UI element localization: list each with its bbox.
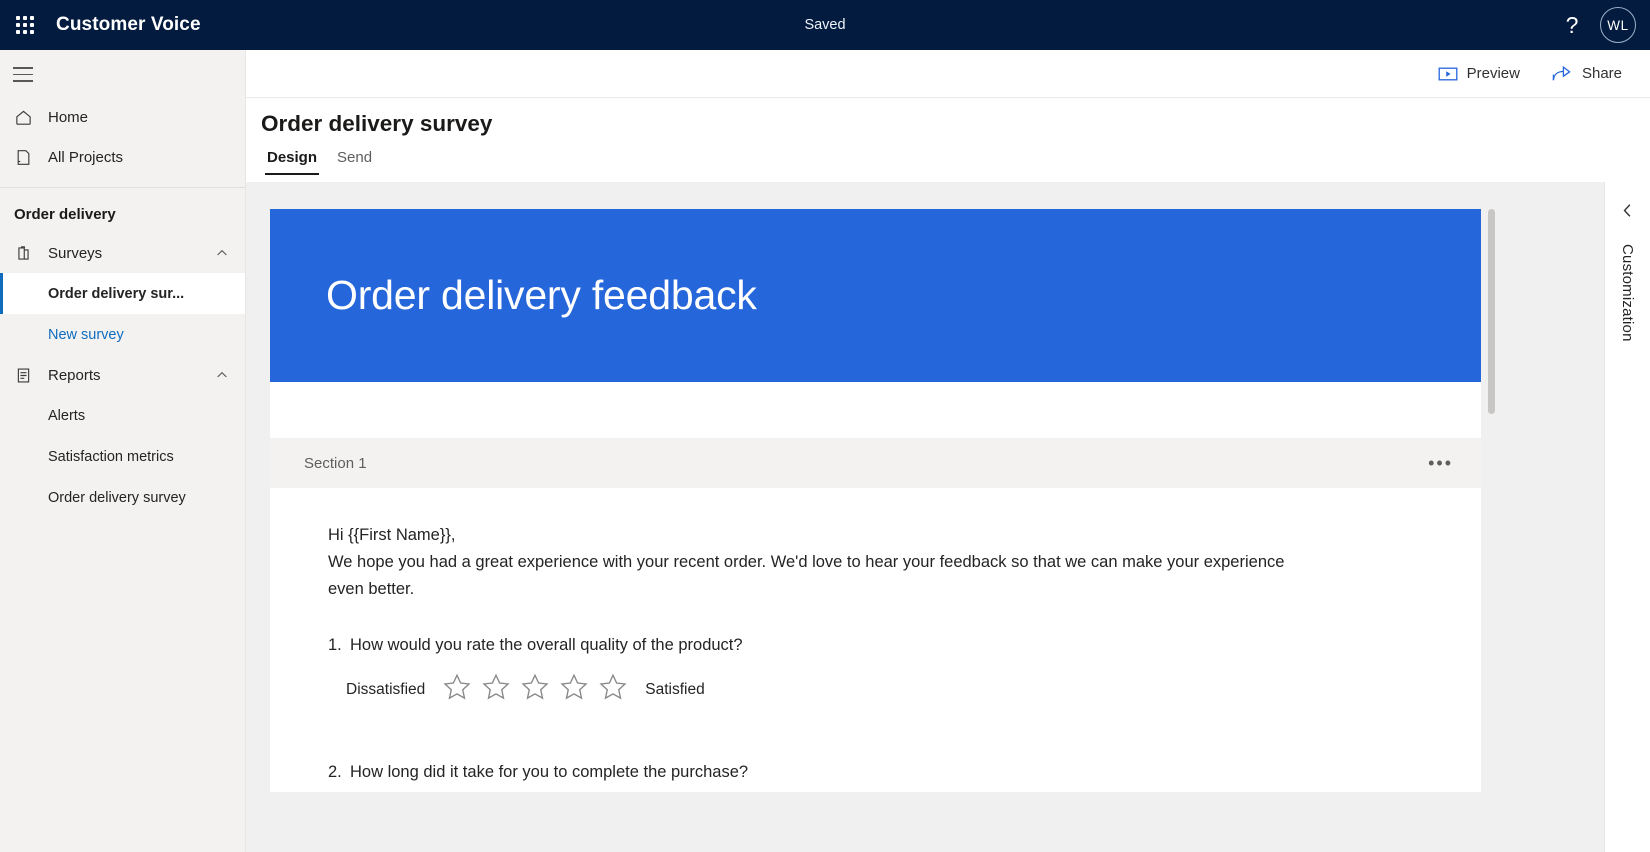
tab-design[interactable]: Design xyxy=(261,147,323,175)
save-status: Saved xyxy=(804,17,846,33)
tab-label: Send xyxy=(337,149,373,166)
star-icon-4[interactable] xyxy=(559,672,589,707)
sidebar-item-order-delivery-survey-report[interactable]: Order delivery survey xyxy=(0,477,245,518)
tab-send[interactable]: Send xyxy=(331,147,378,175)
question-text: How long did it take for you to complete… xyxy=(350,763,749,781)
sidebar-toggle-button[interactable] xyxy=(0,57,245,97)
tab-label: Design xyxy=(267,149,318,166)
banner-spacer xyxy=(270,382,1481,438)
sidebar-item-all-projects[interactable]: All Projects xyxy=(0,137,245,177)
chevron-left-icon[interactable] xyxy=(1619,202,1636,224)
home-icon xyxy=(14,108,48,127)
share-button[interactable]: Share xyxy=(1540,59,1634,88)
star-icon-2[interactable] xyxy=(481,672,511,707)
sidebar-subitem-label: New survey xyxy=(48,326,124,343)
reports-icon xyxy=(14,366,48,385)
customization-panel-collapsed[interactable]: Customization xyxy=(1604,182,1650,852)
app-launcher-button[interactable] xyxy=(0,0,50,50)
intro-paragraph-cont: even better. xyxy=(328,580,415,598)
section-header: Section 1 ••• xyxy=(270,438,1481,488)
star-icon-3[interactable] xyxy=(520,672,550,707)
waffle-icon xyxy=(16,16,34,34)
survey-form-card: Order delivery feedback Section 1 ••• Hi… xyxy=(270,209,1481,792)
sidebar-item-satisfaction-metrics[interactable]: Satisfaction metrics xyxy=(0,436,245,477)
rating-high-label: Satisfied xyxy=(645,680,705,698)
surveys-icon xyxy=(14,244,48,263)
help-button[interactable]: ? xyxy=(1550,3,1594,47)
survey-banner[interactable]: Order delivery feedback xyxy=(270,209,1481,382)
project-title: Order delivery xyxy=(14,206,116,223)
chevron-up-icon[interactable] xyxy=(215,246,229,260)
scrollbar-thumb[interactable] xyxy=(1488,209,1495,414)
sidebar: Home All Projects Order delivery Surveys xyxy=(0,50,246,852)
command-bar: Preview Share xyxy=(246,50,1650,98)
star-icon-5[interactable] xyxy=(598,672,628,707)
rating-low-label: Dissatisfied xyxy=(346,680,426,698)
canvas-scrollbar[interactable] xyxy=(1488,209,1495,641)
suite-bar: Customer Voice Saved ? WL xyxy=(0,0,1650,50)
suite-actions: ? WL xyxy=(1550,0,1650,50)
sidebar-subitem-label: Order delivery sur... xyxy=(48,285,185,302)
intro-paragraph: We hope you had a great experience with … xyxy=(328,553,1285,571)
customization-label: Customization xyxy=(1619,244,1636,342)
star-icon-1[interactable] xyxy=(442,672,472,707)
survey-canvas: Order delivery feedback Section 1 ••• Hi… xyxy=(246,182,1650,852)
section-more-button[interactable]: ••• xyxy=(1420,454,1461,472)
preview-label: Preview xyxy=(1466,65,1520,82)
sidebar-item-label: All Projects xyxy=(48,148,124,166)
sidebar-subitem-label: Order delivery survey xyxy=(48,489,186,506)
sidebar-subitem-label: Satisfaction metrics xyxy=(48,448,174,465)
question-1[interactable]: 1. How would you rate the overall qualit… xyxy=(328,636,1423,655)
tab-list: Design Send xyxy=(246,147,1650,175)
sidebar-item-alerts[interactable]: Alerts xyxy=(0,395,245,436)
hamburger-icon xyxy=(13,67,33,86)
sidebar-group-label: Surveys xyxy=(48,244,103,262)
share-label: Share xyxy=(1581,65,1622,82)
sidebar-item-order-delivery-survey[interactable]: Order delivery sur... xyxy=(0,273,245,314)
star-list xyxy=(442,672,628,707)
share-icon xyxy=(1552,65,1573,82)
sidebar-item-home[interactable]: Home xyxy=(0,97,245,137)
preview-icon xyxy=(1438,66,1458,82)
survey-body: Hi {{First Name}}, We hope you had a gre… xyxy=(270,488,1481,792)
avatar[interactable]: WL xyxy=(1600,7,1636,43)
star-rating-control[interactable]: Dissatisfied Satisfied xyxy=(346,672,1423,707)
preview-button[interactable]: Preview xyxy=(1426,59,1532,88)
page-header: Order delivery survey Design Send xyxy=(246,98,1650,182)
sidebar-group-label: Reports xyxy=(48,366,101,384)
sidebar-subitem-label: Alerts xyxy=(48,407,86,424)
question-2[interactable]: 2. How long did it take for you to compl… xyxy=(328,763,1423,782)
chevron-up-icon[interactable] xyxy=(215,368,229,382)
intro-greeting: Hi {{First Name}}, xyxy=(328,526,456,544)
question-number: 1. xyxy=(328,636,342,654)
sidebar-group-surveys[interactable]: Surveys xyxy=(0,233,245,273)
question-number: 2. xyxy=(328,763,342,781)
help-icon: ? xyxy=(1565,11,1579,38)
sidebar-group-reports[interactable]: Reports xyxy=(0,355,245,395)
page-title: Order delivery survey xyxy=(261,111,493,136)
app-title: Customer Voice xyxy=(56,14,201,35)
sidebar-item-label: Home xyxy=(48,108,89,126)
survey-banner-title: Order delivery feedback xyxy=(326,272,757,318)
sidebar-item-new-survey[interactable]: New survey xyxy=(0,314,245,355)
projects-icon xyxy=(14,148,48,167)
question-text: How would you rate the overall quality o… xyxy=(350,636,743,654)
section-label: Section 1 xyxy=(304,454,367,472)
